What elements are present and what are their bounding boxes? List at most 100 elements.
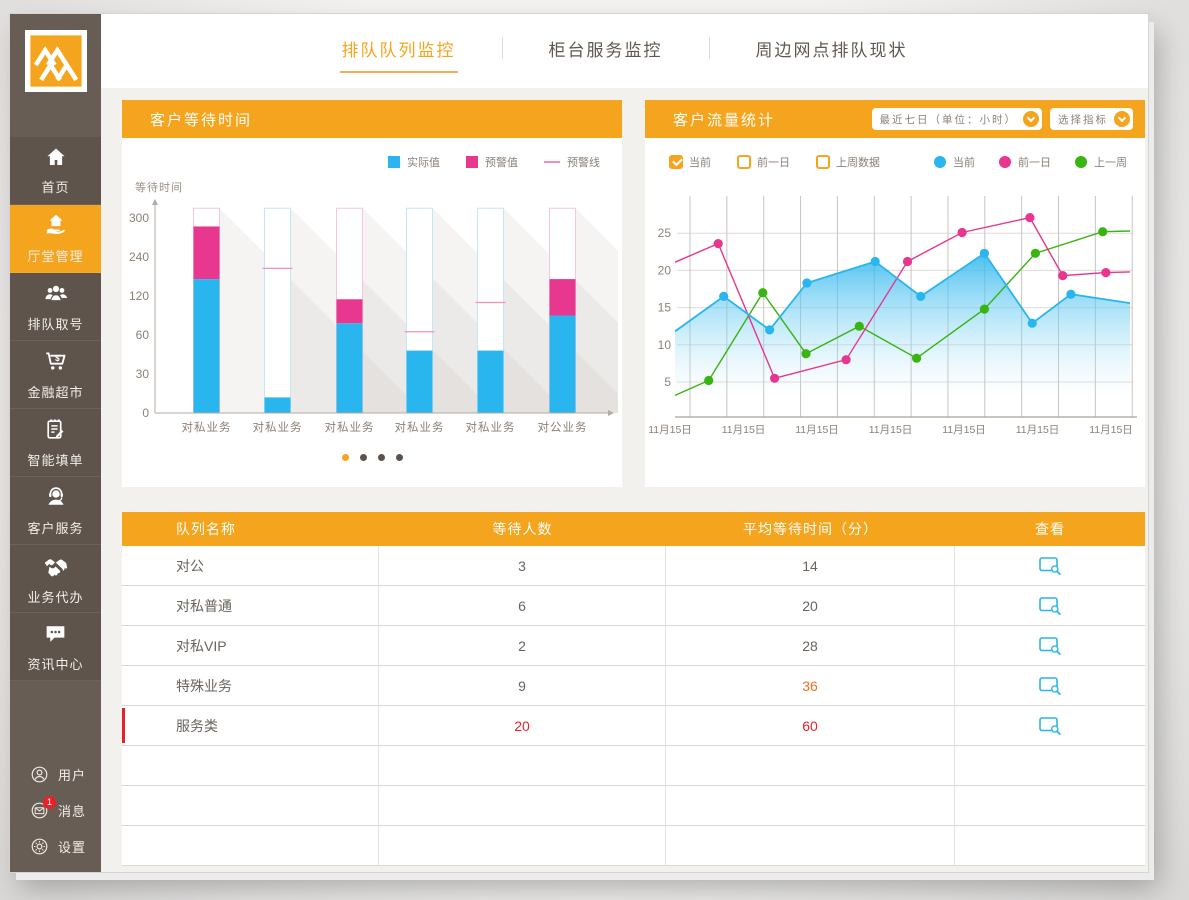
sidebar-item-market[interactable]: $ 金融超市 bbox=[10, 341, 101, 409]
table-row: 对私VIP228 bbox=[122, 626, 1145, 666]
tab-queue-monitor[interactable]: 排队队列监控 bbox=[340, 30, 458, 73]
chevron-down-icon bbox=[1023, 111, 1039, 127]
top-tab-bar: 排队队列监控 柜台服务监控 周边网点排队现状 bbox=[101, 14, 1148, 88]
flow-panel-header: 客户流量统计 最近七日（单位：小时） 选择指标 bbox=[645, 100, 1145, 138]
pagination-dot-1[interactable] bbox=[342, 454, 349, 461]
checkbox-3[interactable]: 上周数据 bbox=[816, 154, 880, 170]
chevron-down-icon bbox=[1114, 111, 1130, 127]
svg-text:30: 30 bbox=[136, 367, 150, 381]
empty-cell bbox=[122, 746, 379, 785]
sidebar-item-hall[interactable]: 厅堂管理 bbox=[10, 205, 101, 273]
view-cell bbox=[955, 626, 1145, 665]
dropdown-metric[interactable]: 选择指标 bbox=[1050, 108, 1133, 130]
pagination-dot-4[interactable] bbox=[396, 454, 403, 461]
queue-name-cell: 对私普通 bbox=[122, 586, 379, 625]
message-badge: 1 bbox=[43, 796, 56, 809]
empty-cell bbox=[955, 746, 1145, 785]
wait-time-panel-title: 客户等待时间 bbox=[150, 109, 252, 130]
legend-item: 实际值 bbox=[388, 154, 440, 170]
sidebar-footer-item-message[interactable]: 1消息 bbox=[10, 792, 101, 828]
legend-item: 预警值 bbox=[466, 154, 518, 170]
sidebar-footer-item-settings[interactable]: 设置 bbox=[10, 828, 101, 864]
agency-icon bbox=[42, 552, 69, 584]
checkbox-1[interactable]: 当前 bbox=[669, 154, 711, 170]
line-chart-legend: 当前前一日上一周 bbox=[934, 154, 1127, 170]
dropdown-label: 选择指标 bbox=[1058, 112, 1108, 127]
checkbox-2[interactable]: 前一日 bbox=[737, 154, 790, 170]
table-row-empty bbox=[122, 746, 1145, 786]
queue-name-cell: 对私VIP bbox=[122, 626, 379, 665]
sidebar-item-label: 排队取号 bbox=[27, 314, 83, 333]
svg-text:对私业务: 对私业务 bbox=[253, 420, 303, 434]
sidebar-item-label: 首页 bbox=[41, 177, 69, 196]
view-cell bbox=[955, 706, 1145, 745]
bar-chart-y-axis-title: 等待时间 bbox=[135, 179, 183, 195]
tab-counter-monitor[interactable]: 柜台服务监控 bbox=[547, 30, 665, 73]
sidebar-item-label: 业务代办 bbox=[27, 587, 83, 606]
main-area: 客户等待时间 实际值预警值预警线 等待时间 03060120240300对私业务… bbox=[101, 88, 1148, 872]
sidebar-item-label: 客户服务 bbox=[27, 518, 83, 537]
svg-text:对私业务: 对私业务 bbox=[466, 420, 516, 434]
table-row: 特殊业务936 bbox=[122, 666, 1145, 706]
sidebar-item-queue[interactable]: 排队取号 bbox=[10, 273, 101, 341]
dropdown-range[interactable]: 最近七日（单位：小时） bbox=[872, 108, 1043, 130]
empty-cell bbox=[122, 786, 379, 825]
view-details-button[interactable] bbox=[1039, 637, 1062, 655]
tab-divider bbox=[709, 37, 710, 59]
legend-item: 前一日 bbox=[999, 154, 1051, 170]
legend-line-marker bbox=[544, 161, 560, 163]
queue-table: 队列名称等待人数平均等待时间（分）查看对公314对私普通620对私VIP228特… bbox=[122, 512, 1145, 866]
pagination-dot-3[interactable] bbox=[378, 454, 385, 461]
sidebar-item-label: 智能填单 bbox=[27, 450, 83, 469]
table-row-empty bbox=[122, 826, 1145, 866]
flow-panel-title: 客户流量统计 bbox=[673, 109, 775, 130]
flow-panel-dropdowns: 最近七日（单位：小时） 选择指标 bbox=[872, 108, 1134, 130]
view-details-button[interactable] bbox=[1039, 677, 1062, 695]
view-details-button[interactable] bbox=[1039, 597, 1062, 615]
sidebar-item-service[interactable]: 客户服务 bbox=[10, 477, 101, 545]
column-header: 队列名称 bbox=[122, 519, 379, 539]
legend-label: 预警线 bbox=[567, 154, 600, 170]
avg-wait-cell: 14 bbox=[666, 546, 955, 585]
view-cell bbox=[955, 586, 1145, 625]
news-icon bbox=[43, 621, 68, 651]
table-row-empty bbox=[122, 786, 1145, 826]
waiting-count-cell: 9 bbox=[379, 666, 666, 705]
sidebar-item-agency[interactable]: 业务代办 bbox=[10, 545, 101, 613]
svg-text:11月15日: 11月15日 bbox=[722, 424, 766, 436]
customer-flow-line-chart: 51015202511月15日11月15日11月15日11月15日11月15日1… bbox=[645, 182, 1145, 445]
queue-name-cell: 对公 bbox=[122, 546, 379, 585]
sidebar-footer-item-user[interactable]: 用户 bbox=[10, 756, 101, 792]
sidebar-item-home[interactable]: 首页 bbox=[10, 137, 101, 205]
avg-wait-cell: 20 bbox=[666, 586, 955, 625]
tab-nearby-status[interactable]: 周边网点排队现状 bbox=[754, 30, 910, 73]
view-details-button[interactable] bbox=[1039, 717, 1062, 735]
view-details-button[interactable] bbox=[1039, 557, 1062, 575]
svg-text:300: 300 bbox=[129, 211, 149, 225]
settings-icon bbox=[30, 837, 49, 856]
mountains-logo bbox=[25, 30, 87, 92]
svg-text:0: 0 bbox=[142, 406, 149, 420]
sidebar-item-news[interactable]: 资讯中心 bbox=[10, 613, 101, 681]
queue-name-cell: 服务类 bbox=[122, 706, 379, 745]
pagination-dot-2[interactable] bbox=[360, 454, 367, 461]
empty-cell bbox=[666, 746, 955, 785]
queue-icon bbox=[43, 280, 69, 311]
svg-text:5: 5 bbox=[664, 375, 671, 389]
sidebar-footer-label: 消息 bbox=[58, 801, 86, 820]
market-icon: $ bbox=[43, 348, 69, 379]
avg-wait-cell: 60 bbox=[666, 706, 955, 745]
svg-text:11月15日: 11月15日 bbox=[648, 424, 692, 436]
sidebar: 首页厅堂管理排队取号$金融超市智能填单客户服务业务代办资讯中心 用户1消息设置 bbox=[10, 14, 101, 872]
sidebar-item-form[interactable]: 智能填单 bbox=[10, 409, 101, 477]
checkbox-label: 当前 bbox=[689, 154, 711, 170]
empty-cell bbox=[379, 746, 666, 785]
sidebar-footer: 用户1消息设置 bbox=[10, 756, 101, 864]
waiting-count-cell: 6 bbox=[379, 586, 666, 625]
sidebar-item-label: 金融超市 bbox=[27, 382, 83, 401]
legend-dot-marker bbox=[934, 156, 946, 168]
legend-dot-marker bbox=[999, 156, 1011, 168]
bar-chart-legend: 实际值 预警值 预警线 bbox=[388, 154, 600, 170]
svg-text:对私业务: 对私业务 bbox=[325, 420, 375, 434]
service-icon bbox=[43, 484, 69, 515]
